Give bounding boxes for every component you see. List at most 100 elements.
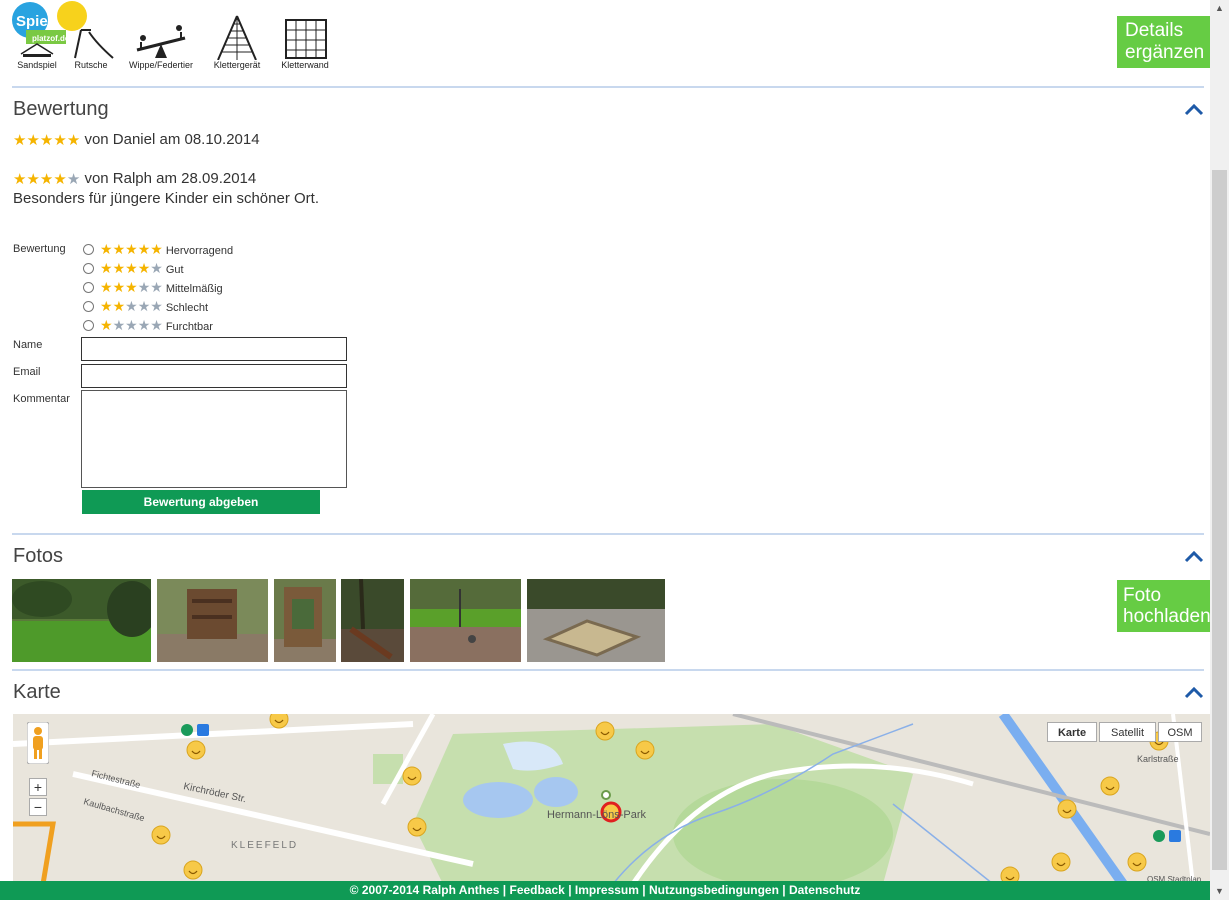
sandbox-icon — [20, 43, 54, 57]
street-view-pegman-icon[interactable] — [27, 722, 49, 764]
collapse-chevron-icon[interactable] — [1183, 685, 1205, 699]
playground-marker[interactable] — [183, 860, 203, 880]
photo-thumbnail[interactable] — [341, 579, 404, 662]
star-filled-icon: ★ — [39, 131, 54, 149]
review-meta: von Daniel am 08.10.2014 — [84, 131, 260, 148]
rating-option[interactable]: ★★★★★ Gut — [83, 259, 184, 277]
star-filled-icon: ★ — [137, 259, 151, 276]
submit-rating-button[interactable]: Bewertung abgeben — [82, 490, 320, 514]
photo-thumbnail[interactable] — [410, 579, 521, 662]
rating-option[interactable]: ★★★★★ Schlecht — [83, 297, 208, 315]
playground-marker[interactable] — [186, 740, 206, 760]
rating-radio[interactable] — [83, 319, 94, 331]
climbing-frame-icon — [217, 15, 257, 60]
playground-marker[interactable] — [269, 714, 289, 729]
playground-marker[interactable] — [151, 825, 171, 845]
star-filled-icon: ★ — [150, 240, 163, 257]
name-label: Name — [13, 339, 43, 351]
name-input[interactable] — [81, 337, 347, 361]
playground-marker[interactable] — [1100, 776, 1120, 796]
rating-radio[interactable] — [83, 281, 94, 293]
rating-option-label: Gut — [165, 264, 184, 276]
review-1: ★★★★★ von Daniel am 08.10.2014 — [13, 131, 260, 149]
map-type-satellit[interactable]: Satellit — [1099, 722, 1156, 742]
details-add-button[interactable]: Details ergänzen — [1117, 16, 1210, 68]
comment-textarea[interactable] — [81, 390, 347, 488]
rating-option[interactable]: ★★★★★ Mittelmäßig — [83, 278, 223, 296]
playground-marker[interactable] — [1051, 852, 1071, 872]
rating-option[interactable]: ★★★★★ Furchtbar — [83, 316, 213, 334]
email-input[interactable] — [81, 364, 347, 388]
star-filled-icon: ★ — [112, 297, 126, 314]
rating-radio[interactable] — [83, 262, 94, 274]
rating-option[interactable]: ★★★★★ Hervorragend — [83, 240, 233, 258]
playground-marker[interactable] — [595, 721, 615, 741]
map-type-karte[interactable]: Karte — [1047, 722, 1097, 742]
rating-radio[interactable] — [83, 300, 94, 312]
footer-link-impressum[interactable]: Impressum — [575, 883, 639, 897]
map-type-osm[interactable]: OSM — [1158, 722, 1202, 742]
star-filled-icon: ★ — [112, 240, 126, 257]
section-divider — [12, 86, 1204, 88]
map-label-kleefeld: KLEEFELD — [231, 840, 298, 851]
rating-stars: ★★★★★ — [100, 297, 163, 314]
playground-marker[interactable] — [402, 766, 422, 786]
collapse-chevron-icon[interactable] — [1183, 549, 1205, 563]
star-empty-icon: ★ — [137, 278, 151, 295]
climbing-wall-icon — [285, 19, 327, 59]
star-filled-icon: ★ — [125, 278, 138, 295]
review-comment: Besonders für jüngere Kinder ein schöner… — [13, 189, 319, 207]
star-filled-icon: ★ — [13, 170, 27, 188]
map-section-title: Karte — [13, 681, 61, 703]
photo-thumbnail[interactable] — [274, 579, 336, 662]
playground-marker[interactable] — [635, 740, 655, 760]
comment-label: Kommentar — [13, 393, 70, 405]
footer-copyright: © 2007-2014 Ralph Anthes — [349, 883, 500, 897]
rating-stars: ★★★★★ — [13, 132, 80, 149]
star-filled-icon: ★ — [39, 170, 54, 188]
footer-link-terms[interactable]: Nutzungsbedingungen — [649, 883, 779, 897]
footer-separator: | — [778, 883, 789, 897]
vertical-scrollbar[interactable]: ▲ ▼ — [1210, 0, 1229, 900]
playground-marker[interactable] — [1057, 799, 1077, 819]
star-empty-icon: ★ — [150, 278, 163, 295]
scroll-down-arrow-icon[interactable]: ▼ — [1210, 883, 1229, 900]
star-filled-icon: ★ — [100, 240, 113, 257]
zoom-in-button[interactable]: + — [29, 778, 47, 796]
playground-marker[interactable] — [1127, 852, 1147, 872]
playground-marker[interactable] — [407, 817, 427, 837]
photo-thumbnail[interactable] — [157, 579, 268, 662]
photo-thumbnail[interactable] — [527, 579, 665, 662]
photo-upload-button[interactable]: Foto hochladen — [1117, 580, 1210, 632]
star-empty-icon: ★ — [112, 316, 126, 333]
star-filled-icon: ★ — [53, 131, 67, 149]
footer-separator: | — [564, 883, 575, 897]
map-canvas[interactable]: Hermann-Löns-Park Kirchröder Str. Fichte… — [13, 714, 1210, 884]
section-divider — [12, 533, 1204, 535]
seesaw-icon — [136, 25, 186, 58]
map-label-park: Hermann-Löns-Park — [547, 809, 647, 821]
map-label-karlstrasse: Karlstraße — [1137, 754, 1179, 764]
footer-separator: | — [638, 883, 649, 897]
rating-option-label: Furchtbar — [165, 321, 213, 333]
equipment-seesaw: Wippe/Federtier — [122, 14, 200, 70]
star-filled-icon: ★ — [53, 170, 67, 188]
scroll-up-arrow-icon[interactable]: ▲ — [1210, 0, 1229, 17]
photo-thumbnail[interactable] — [12, 579, 151, 662]
star-filled-icon: ★ — [66, 131, 81, 149]
rating-stars: ★★★★★ — [100, 316, 163, 333]
zoom-out-button[interactable]: − — [29, 798, 47, 816]
page: Spiel platzof.de Sandspiel Rutsche Wippe… — [0, 0, 1210, 900]
star-filled-icon: ★ — [100, 316, 113, 333]
collapse-chevron-icon[interactable] — [1183, 102, 1205, 116]
star-empty-icon: ★ — [137, 297, 151, 314]
scrollbar-thumb[interactable] — [1212, 170, 1227, 870]
map[interactable]: Hermann-Löns-Park Kirchröder Str. Fichte… — [13, 714, 1210, 884]
footer-link-privacy[interactable]: Datenschutz — [789, 883, 860, 897]
rating-radio[interactable] — [83, 243, 94, 255]
footer-link-feedback[interactable]: Feedback — [510, 883, 565, 897]
equipment-sandbox: Sandspiel — [10, 14, 64, 70]
star-empty-icon: ★ — [137, 316, 151, 333]
star-empty-icon: ★ — [125, 316, 138, 333]
star-empty-icon: ★ — [125, 297, 138, 314]
